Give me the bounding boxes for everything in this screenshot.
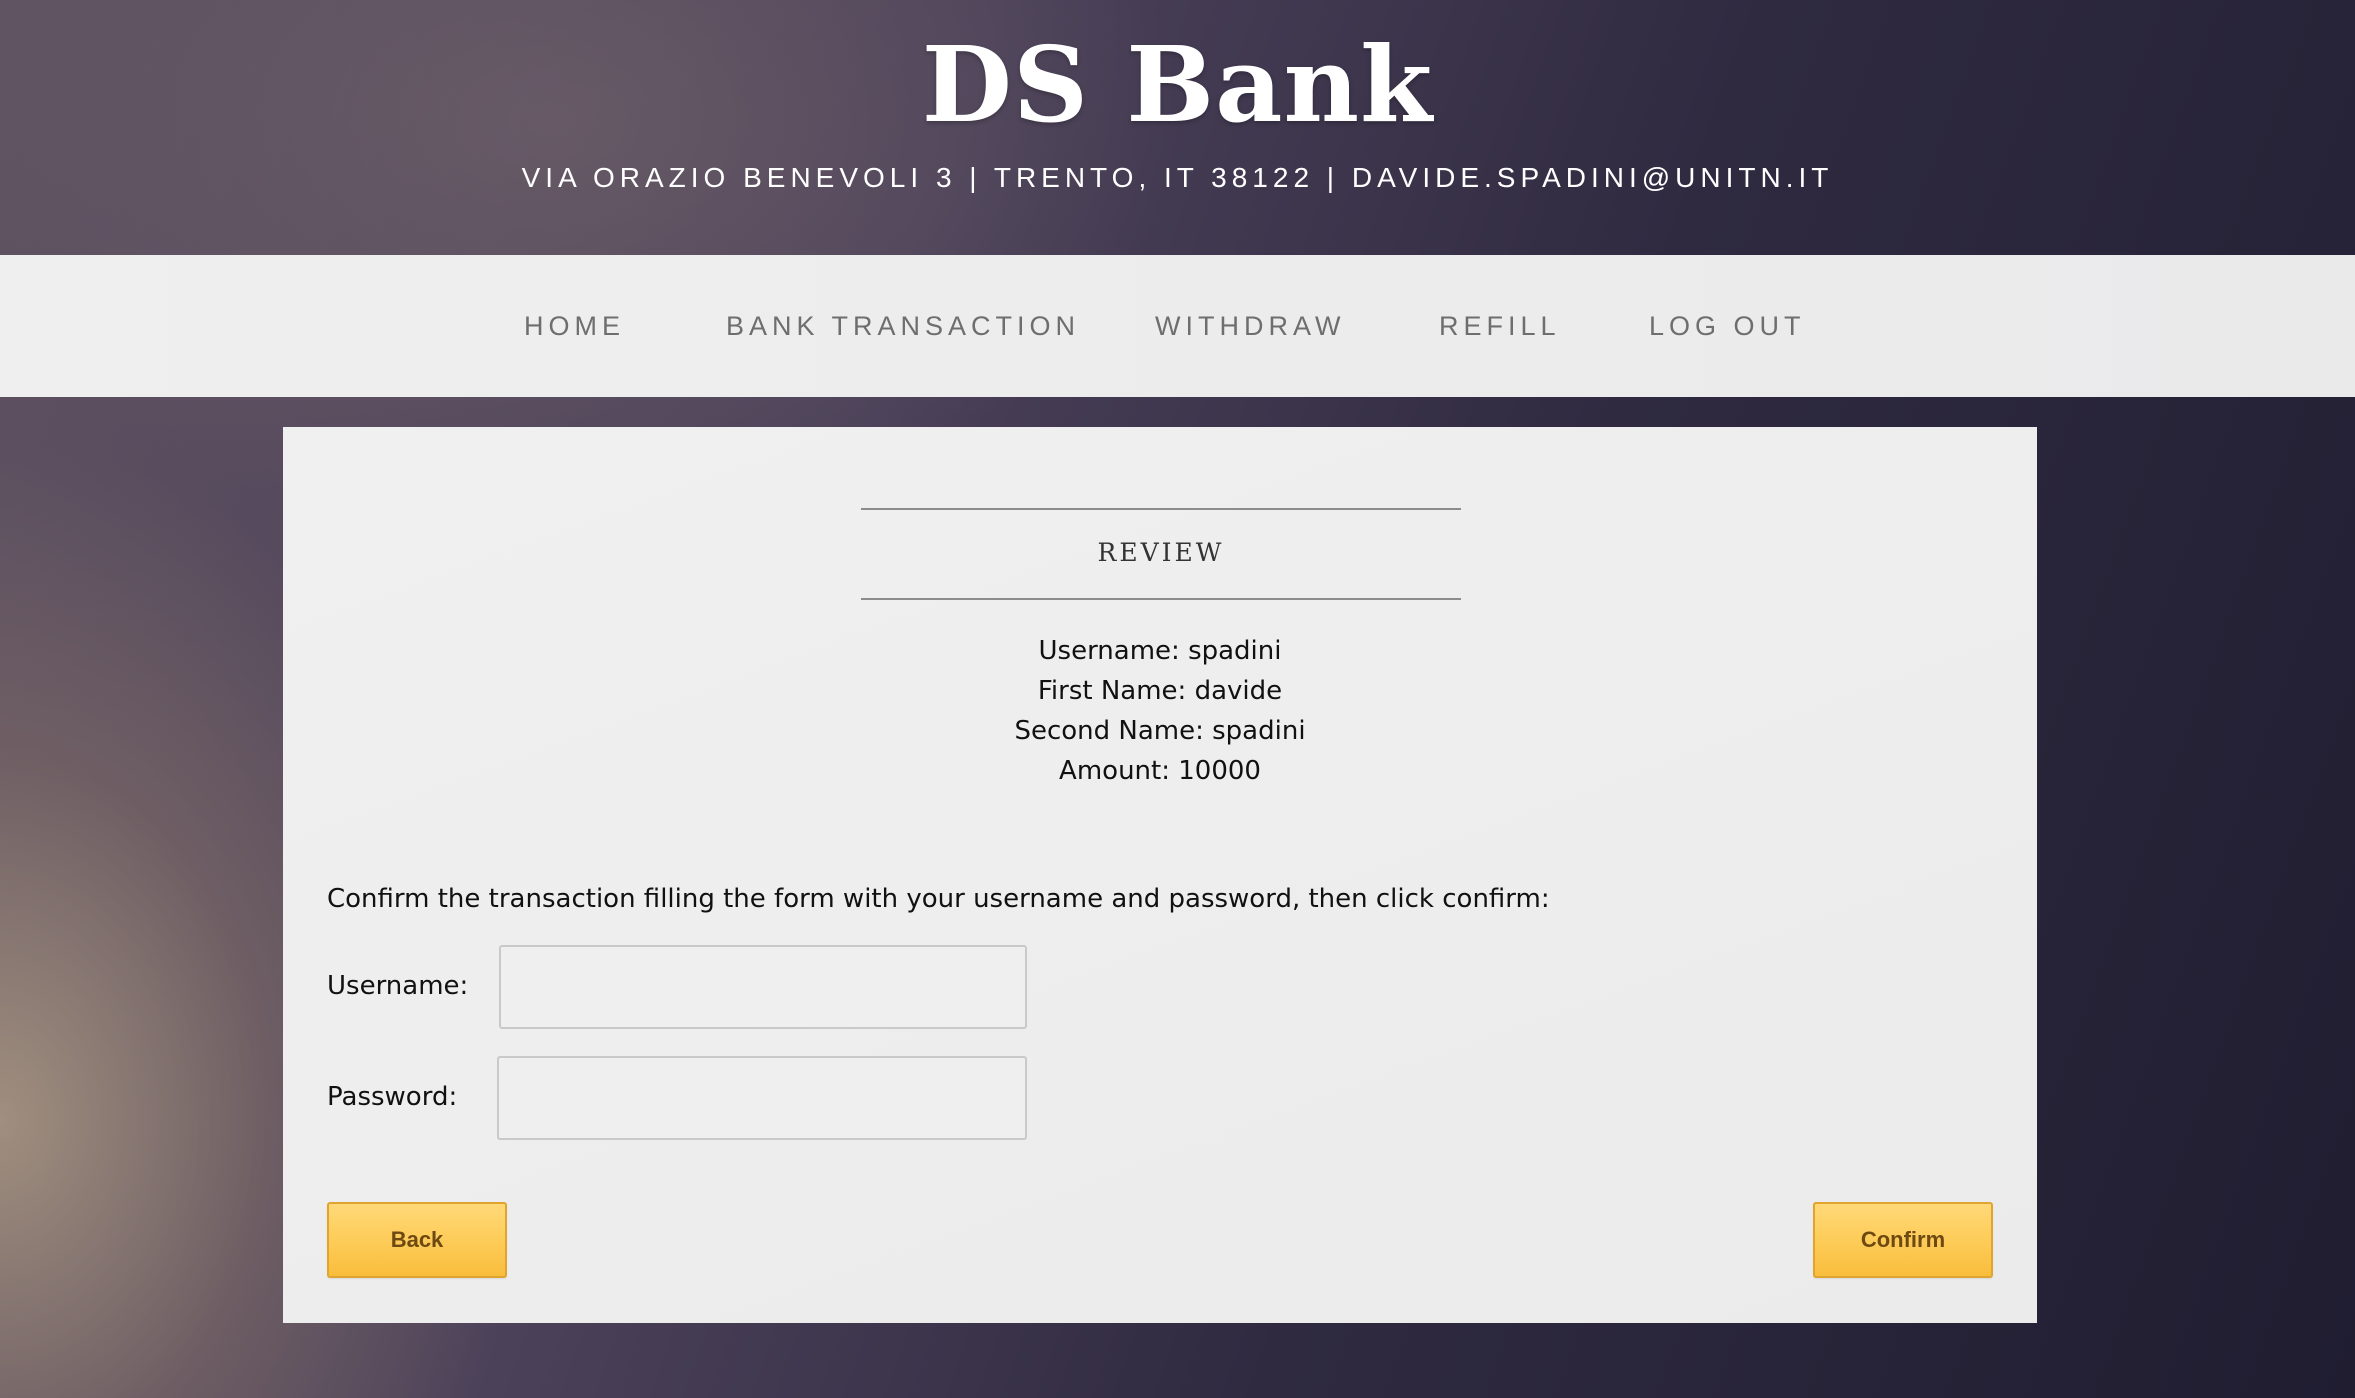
review-amount: Amount: 10000 bbox=[1059, 756, 1261, 786]
nav-item-log-out[interactable]: LOG OUT bbox=[1649, 255, 1806, 397]
username-input[interactable] bbox=[499, 945, 1027, 1029]
review-details: Username: spadini First Name: davide Sec… bbox=[283, 631, 2037, 791]
nav-item-refill[interactable]: REFILL bbox=[1439, 255, 1561, 397]
review-card: REVIEW Username: spadini First Name: dav… bbox=[283, 427, 2037, 1323]
nav-item-withdraw[interactable]: WITHDRAW bbox=[1155, 255, 1345, 397]
review-second-name: Second Name: spadini bbox=[1014, 716, 1306, 746]
review-divider-bottom bbox=[861, 598, 1461, 600]
review-first-name: First Name: davide bbox=[1037, 676, 1283, 706]
review-divider-top bbox=[861, 508, 1461, 510]
back-button[interactable]: Back bbox=[327, 1202, 507, 1278]
site-address: VIA ORAZIO BENEVOLI 3 | TRENTO, IT 38122… bbox=[521, 162, 1834, 193]
review-title: REVIEW bbox=[1097, 538, 1225, 567]
nav-item-home[interactable]: HOME bbox=[524, 255, 625, 397]
confirm-button[interactable]: Confirm bbox=[1813, 1202, 1993, 1278]
password-input[interactable] bbox=[497, 1056, 1027, 1140]
review-username: Username: spadini bbox=[1038, 636, 1282, 666]
main-nav: HOME BANK TRANSACTION WITHDRAW REFILL LO… bbox=[0, 255, 2355, 397]
site-title: DS Bank bbox=[921, 23, 1434, 146]
confirm-instruction: Confirm the transaction filling the form… bbox=[327, 884, 1550, 914]
username-label: Username: bbox=[327, 971, 469, 1001]
password-label: Password: bbox=[327, 1082, 458, 1112]
nav-item-bank-transaction[interactable]: BANK TRANSACTION bbox=[726, 255, 1080, 397]
